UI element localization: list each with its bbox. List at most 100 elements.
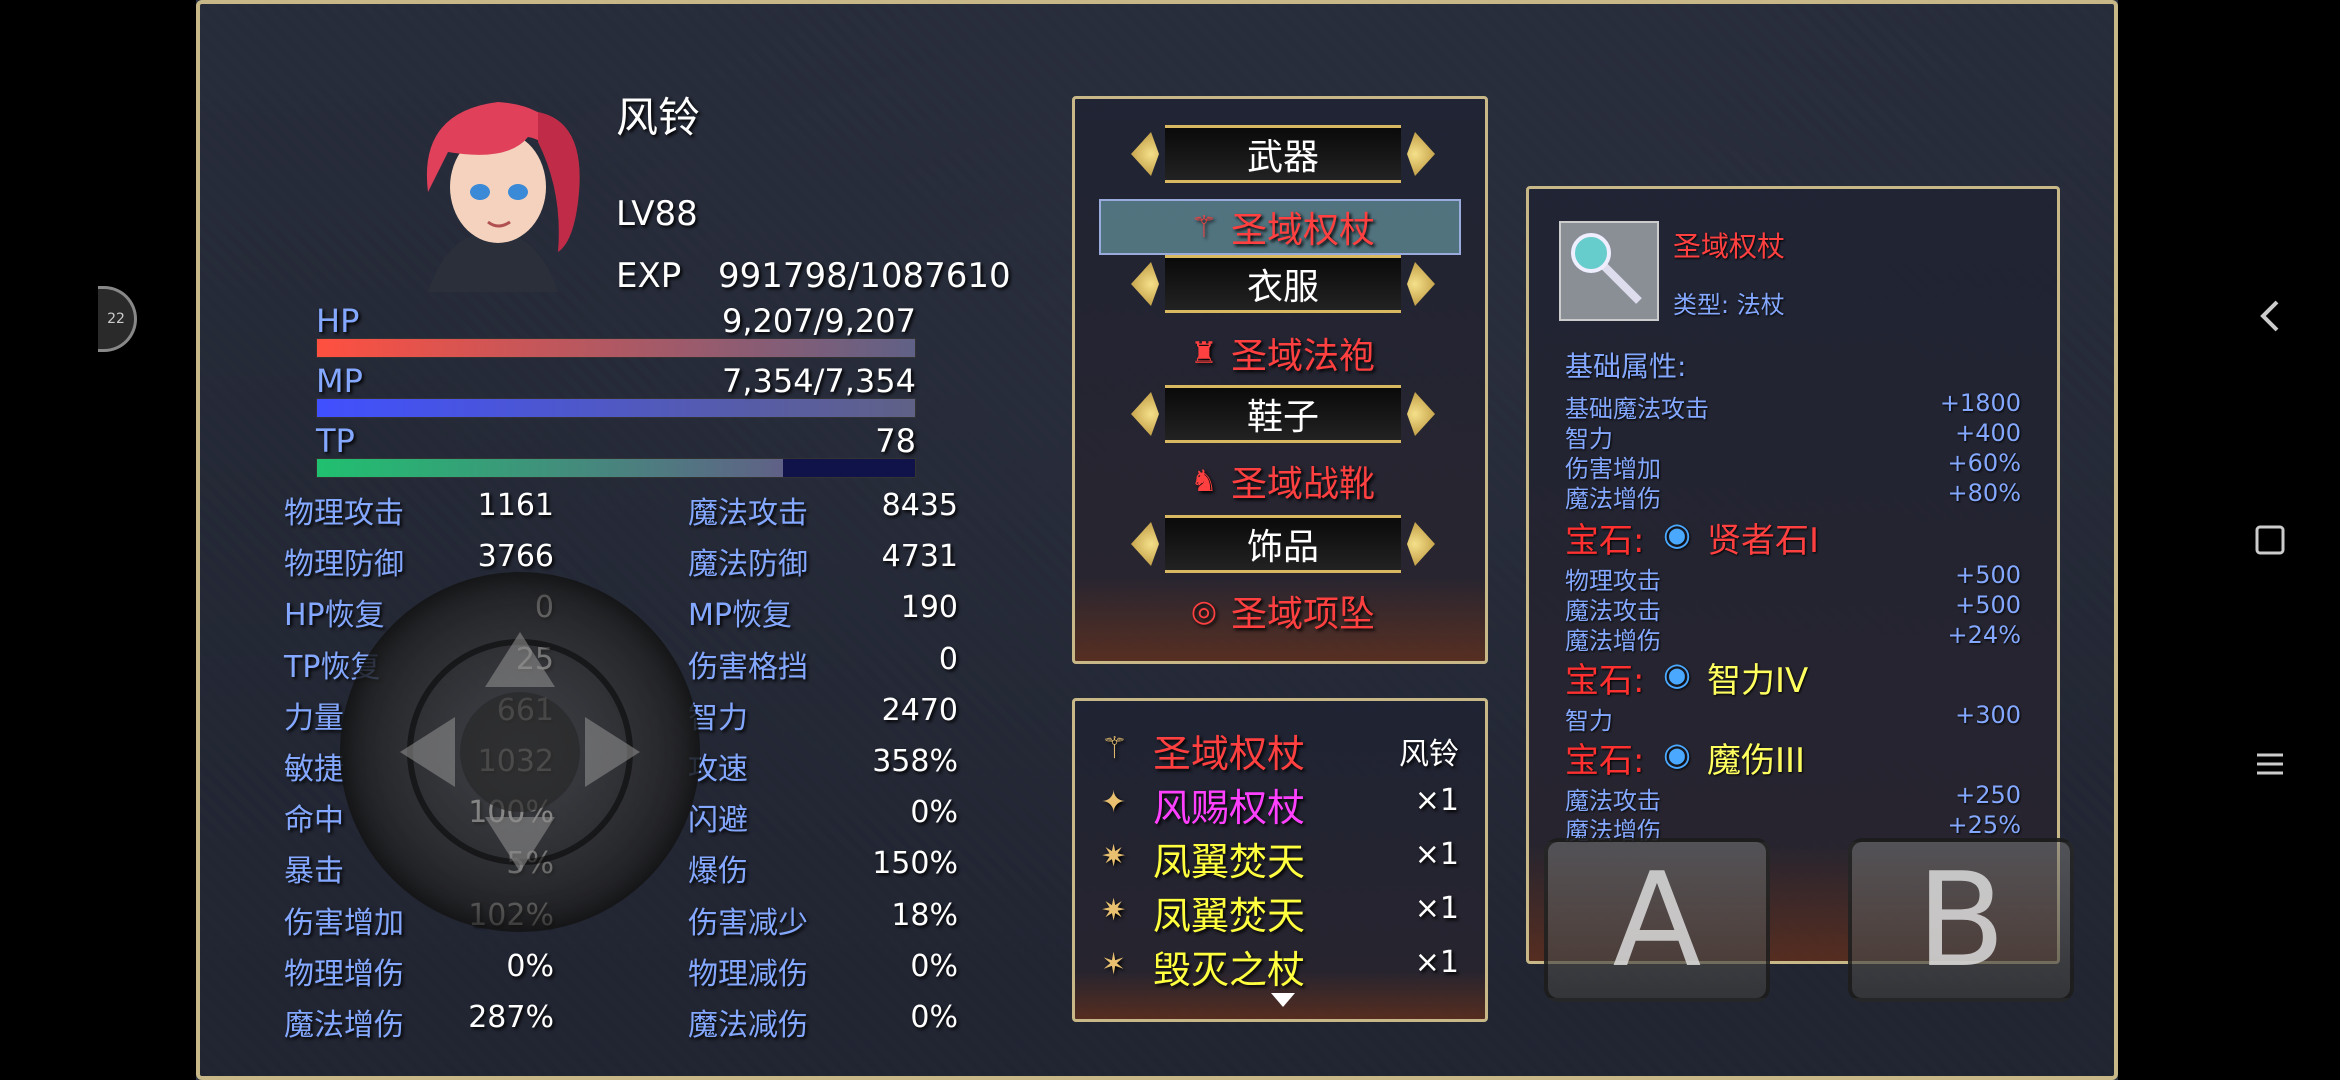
stat-row: 攻速 358% — [688, 744, 958, 787]
actor-name: 风铃 — [616, 93, 701, 142]
stat-row: 闪避 0% — [688, 795, 958, 838]
wand-icon: ✦ — [1101, 785, 1127, 820]
detail-type: 类型: 法杖 — [1673, 291, 1785, 319]
stat-row: 爆伤 150% — [688, 846, 958, 889]
tp-label: TP — [316, 422, 355, 460]
menu-lines-icon — [2257, 753, 2283, 775]
gem-icon: ◉ — [1663, 515, 1691, 553]
gem-label: 宝石: — [1565, 521, 1645, 561]
stat-row: 魔法攻击 8435 — [688, 488, 958, 531]
stat-row: 魔法减伤 0% — [688, 1000, 958, 1043]
detail-stat-value: +300 — [1955, 701, 2021, 729]
nav-back-button[interactable] — [2200, 276, 2340, 356]
item-list-row[interactable]: ✶ 毁灭之杖 ×1 — [1101, 939, 1459, 992]
item-list-window: ⚚ 圣域权杖 风铃 ✦ 风赐权杖 ×1 ✷ 凤翼焚天 ×1 ✷ 凤翼焚天 ×1 ✶ 毁灭之杖 ×1 — [1072, 698, 1488, 1022]
b-button[interactable]: B — [1848, 838, 2074, 1002]
stat-value: 0% — [506, 948, 554, 984]
stat-value: 287% — [468, 1000, 554, 1035]
item-quantity: 风铃 — [1399, 737, 1459, 772]
detail-stat-value: +60% — [1947, 449, 2021, 477]
stat-value: 2470 — [881, 692, 958, 728]
gem-icon: ◉ — [1663, 655, 1691, 693]
item-list-row[interactable]: ⚚ 圣域权杖 风铃 — [1101, 723, 1459, 776]
robe-icon: ♜ — [1190, 335, 1218, 371]
item-quantity: ×1 — [1414, 837, 1459, 872]
phoenix-staff-icon: ✷ — [1101, 893, 1127, 928]
boots-icon: ♞ — [1190, 463, 1218, 499]
detail-stat-value: +1800 — [1939, 389, 2021, 417]
nav-menu-button[interactable] — [2200, 724, 2340, 804]
slot-armor-header[interactable]: 衣服 — [1165, 255, 1401, 313]
stat-value: 18% — [891, 897, 958, 933]
back-chevron-icon — [2260, 300, 2279, 332]
stat-value: 4731 — [881, 539, 958, 575]
stat-label: 伤害减少 — [688, 905, 808, 941]
hp-fill — [317, 339, 915, 357]
detail-stat-value: +500 — [1955, 561, 2021, 589]
stat-label: 物理减伤 — [688, 956, 808, 992]
stat-value: 0% — [910, 1000, 958, 1035]
tp-value: 78 — [875, 422, 916, 460]
item-list-row[interactable]: ✦ 风赐权杖 ×1 — [1101, 777, 1459, 830]
mp-fill — [317, 399, 915, 417]
slot-accessory-header[interactable]: 饰品 — [1165, 515, 1401, 573]
detail-stat-label: 魔法增伤 — [1565, 627, 1661, 655]
stat-value: 150% — [872, 846, 958, 882]
nav-home-button[interactable] — [2200, 500, 2340, 580]
staff-icon — [1571, 233, 1642, 304]
slot-armor-item[interactable]: ♜ 圣域法袍 — [1075, 325, 1485, 381]
virtual-dpad[interactable] — [340, 572, 700, 932]
dpad-left-icon — [400, 717, 455, 787]
detail-stat-label: 智力 — [1565, 707, 1613, 735]
detail-stat-value: +400 — [1955, 419, 2021, 447]
detail-base-header: 基础属性: — [1565, 350, 1687, 383]
detail-item-name: 圣域权杖 — [1673, 230, 1786, 263]
destruction-staff-icon: ✶ — [1101, 947, 1127, 982]
hp-value: 9,207/9,207 — [722, 302, 916, 340]
detail-stat-value: +80% — [1947, 479, 2021, 507]
stat-row: 物理减伤 0% — [688, 948, 958, 992]
exp-label: EXP — [616, 256, 682, 296]
item-list-row[interactable]: ✷ 凤翼焚天 ×1 — [1101, 885, 1459, 938]
mp-gauge: MP 7,354/7,354 — [316, 362, 916, 420]
stat-row: 伤害格挡 0 — [688, 642, 958, 685]
slot-boots-header[interactable]: 鞋子 — [1165, 385, 1401, 443]
item-detail-icon — [1559, 221, 1659, 321]
detail-stat-value: +25% — [1947, 811, 2021, 839]
slot-accessory-item[interactable]: ◎ 圣域项坠 — [1075, 583, 1485, 639]
dpad-up-icon — [485, 632, 555, 687]
scroll-down-arrow-icon[interactable] — [1271, 993, 1295, 1009]
game-viewport[interactable]: 风铃 LV88 EXP 991798/1087610 HP 9,207/9,20… — [196, 0, 2118, 1080]
hp-gauge: HP 9,207/9,207 — [316, 302, 916, 360]
slot-weapon-item[interactable]: ⚚ 圣域权杖 — [1099, 199, 1461, 255]
stat-value: 0% — [910, 948, 958, 984]
stat-label: 物理攻击 — [284, 496, 404, 531]
floating-clock-bubble[interactable]: 22 — [98, 286, 137, 352]
gem-name: 魔伤III — [1707, 741, 1806, 781]
stat-value: 190 — [900, 590, 958, 626]
stat-row: 物理增伤 0% — [284, 948, 554, 992]
stat-label: 魔法防御 — [688, 547, 808, 583]
stat-label: 命中 — [284, 803, 344, 839]
a-button[interactable]: A — [1544, 838, 1770, 1002]
gem-label: 宝石: — [1565, 741, 1645, 781]
stat-row: 物理攻击 1161 — [284, 488, 554, 531]
gem-name: 智力IV — [1707, 661, 1809, 701]
item-quantity: ×1 — [1414, 783, 1459, 818]
stat-row: MP恢复 190 — [688, 590, 958, 633]
item-name: 毁灭之杖 — [1153, 948, 1306, 992]
slot-weapon-header[interactable]: 武器 — [1165, 125, 1401, 183]
detail-stat-value: +24% — [1947, 621, 2021, 649]
detail-stat-value: +250 — [1955, 781, 2021, 809]
stat-label: 物理增伤 — [284, 956, 404, 992]
item-list-row[interactable]: ✷ 凤翼焚天 ×1 — [1101, 831, 1459, 884]
slot-boots-item[interactable]: ♞ 圣域战靴 — [1075, 453, 1485, 509]
item-name: 圣域权杖 — [1153, 732, 1306, 776]
detail-stat-value: +500 — [1955, 591, 2021, 619]
stat-value: 8435 — [881, 488, 958, 523]
gem-icon: ◉ — [1663, 735, 1691, 773]
stat-row: 魔法防御 4731 — [688, 539, 958, 582]
gem-label: 宝石: — [1565, 661, 1645, 701]
actor-level: LV88 — [616, 194, 698, 234]
dpad-down-icon — [485, 817, 555, 872]
